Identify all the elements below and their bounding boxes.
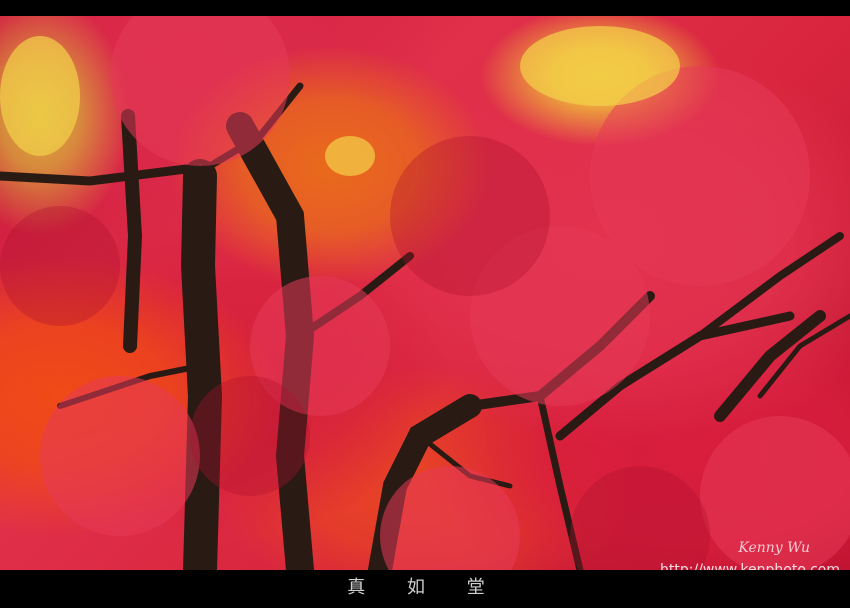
tree-branches (0, 16, 850, 570)
photo-caption: 真 如 堂 (347, 577, 503, 598)
photographer-signature: Kenny Wu (738, 540, 810, 556)
photographer-url: http://www.kenphoto.com (660, 562, 840, 570)
photo-frame: Kenny Wu http://www.kenphoto.com 真 如 堂 (0, 0, 850, 608)
maple-photo: Kenny Wu http://www.kenphoto.com (0, 16, 850, 570)
